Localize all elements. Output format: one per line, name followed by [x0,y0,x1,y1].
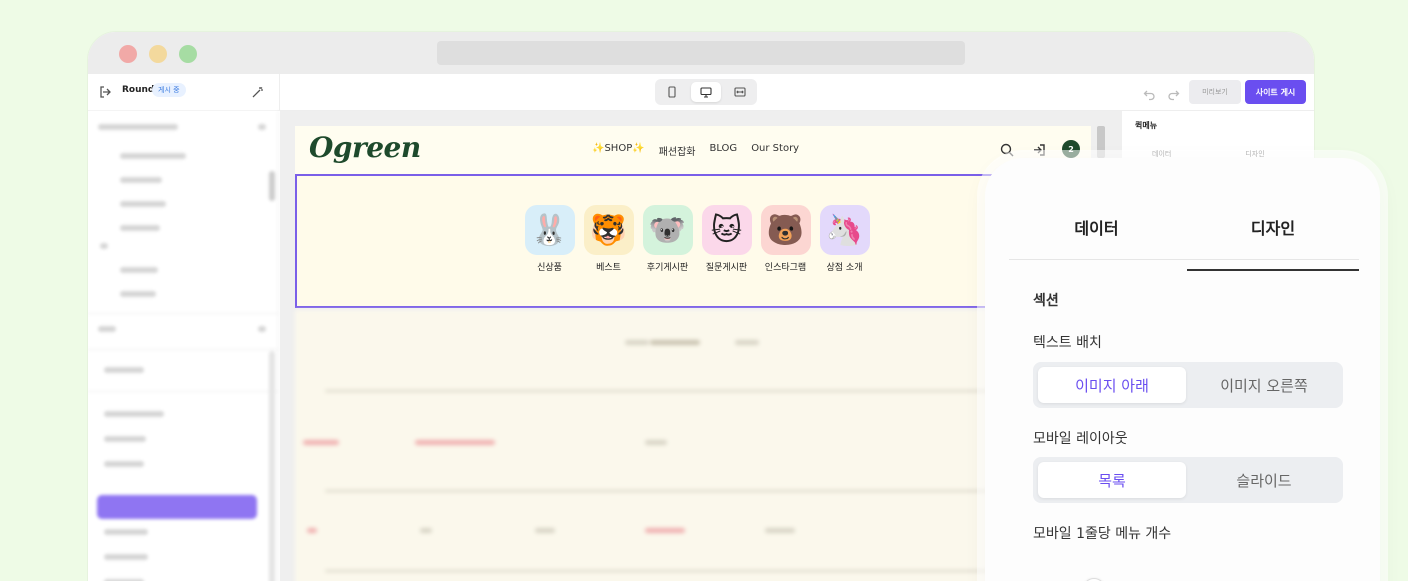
desktop-icon [700,87,712,98]
nav-item-fashion[interactable]: 패션잡화 [659,143,696,158]
panel-title: 퀵메뉴 [1135,121,1158,130]
quick-menu-label: 인스타그램 [764,263,807,273]
text-layout-below-image[interactable]: 이미지 아래 [1038,367,1186,403]
quick-menu-emoji-icon: 🐯 [583,205,634,255]
tab-data[interactable]: 데이터 [1009,215,1184,239]
sidebar-scrollbar-track[interactable] [269,351,275,581]
section-heading: 섹션 [1033,293,1059,309]
fullwidth-view-button[interactable] [725,82,755,102]
nav-item-our-story[interactable]: Our Story [751,143,799,158]
toolbar-divider [279,74,280,111]
nav-item-shop[interactable]: ✨SHOP✨ [592,143,645,158]
magic-wand-icon[interactable] [251,84,265,98]
quick-menu-section[interactable]: 🐰 신상품 🐯 베스트 🐨 후기게시판 🐱 질문게시판 🐻 인스타그램 🦄 상점 소개 [295,174,1091,308]
quick-menu-item[interactable]: 🐰 신상품 [524,205,575,273]
design-panel-tabs: 데이터 디자인 [1009,182,1359,271]
sidebar [88,111,279,581]
canvas-scrollbar[interactable] [1097,126,1105,158]
fullwidth-icon [734,87,746,97]
quick-menu-list: 🐰 신상품 🐯 베스트 🐨 후기게시판 🐱 질문게시판 🐻 인스타그램 🦄 상점 소개 [524,205,870,273]
quick-menu-item[interactable]: 🦄 상점 소개 [819,205,870,273]
exit-icon[interactable] [98,84,112,98]
site-logo[interactable]: Ogreen [309,131,421,164]
preview-button[interactable]: 미리보기 [1189,80,1241,104]
status-badge: 게시 중 [152,83,186,97]
editor-toolbar: Round 게시 중 미리보기 사이트 게시 [88,74,1314,111]
undo-icon[interactable] [1143,86,1156,105]
publish-button[interactable]: 사이트 게시 [1245,80,1306,104]
address-bar[interactable] [437,41,965,65]
quick-menu-item[interactable]: 🐱 질문게시판 [701,205,752,273]
menus-per-row-label: 모바일 1줄당 메뉴 개수 [1033,526,1172,542]
mobile-layout-segment: 목록 슬라이드 [1033,457,1343,503]
design-panel-zoom: 데이터 디자인 섹션 텍스트 배치 이미지 아래 이미지 오른쪽 모바일 레이아… [985,158,1380,581]
quick-menu-label: 신상품 [537,263,562,273]
search-icon[interactable] [1000,142,1014,161]
mobile-layout-list[interactable]: 목록 [1038,462,1186,498]
quick-menu-item[interactable]: 🐨 후기게시판 [642,205,693,273]
sidebar-item-active[interactable] [97,495,257,519]
quick-menu-label: 상점 소개 [826,263,863,273]
title-bar [88,32,1314,74]
redo-icon[interactable] [1167,86,1180,105]
quick-menu-emoji-icon: 🐱 [701,205,752,255]
mobile-icon [668,86,676,98]
sidebar-scrollbar[interactable] [269,171,275,201]
text-layout-label: 텍스트 배치 [1033,335,1102,351]
quick-menu-emoji-icon: 🐻 [760,205,811,255]
text-layout-segment: 이미지 아래 이미지 오른쪽 [1033,362,1343,408]
quick-menu-label: 베스트 [596,263,621,273]
text-layout-right-of-image[interactable]: 이미지 오른쪽 [1190,367,1338,403]
device-toggle [655,79,757,105]
desktop-view-button[interactable] [691,82,721,102]
mobile-layout-label: 모바일 레이아웃 [1033,431,1128,447]
tab-design[interactable]: 디자인 [1187,215,1359,271]
maximize-window-button[interactable] [179,45,197,63]
close-window-button[interactable] [119,45,137,63]
minimize-window-button[interactable] [149,45,167,63]
quick-menu-emoji-icon: 🐨 [642,205,693,255]
quick-menu-item[interactable]: 🐻 인스타그램 [760,205,811,273]
quick-menu-label: 후기게시판 [646,263,689,273]
cart-badge[interactable]: 2 [1062,140,1080,158]
quick-menu-label: 질문게시판 [705,263,748,273]
blurred-content [295,310,1091,581]
mobile-view-button[interactable] [657,82,687,102]
quick-menu-item[interactable]: 🐯 베스트 [583,205,634,273]
site-name: Round [122,85,155,95]
quick-menu-emoji-icon: 🐰 [524,205,575,255]
site-header[interactable]: Ogreen ✨SHOP✨ 패션잡화 BLOG Our Story 2 [295,126,1091,174]
quick-menu-emoji-icon: 🦄 [819,205,870,255]
site-nav: ✨SHOP✨ 패션잡화 BLOG Our Story [592,143,799,158]
nav-item-blog[interactable]: BLOG [709,143,737,158]
mobile-layout-slide[interactable]: 슬라이드 [1190,462,1338,498]
